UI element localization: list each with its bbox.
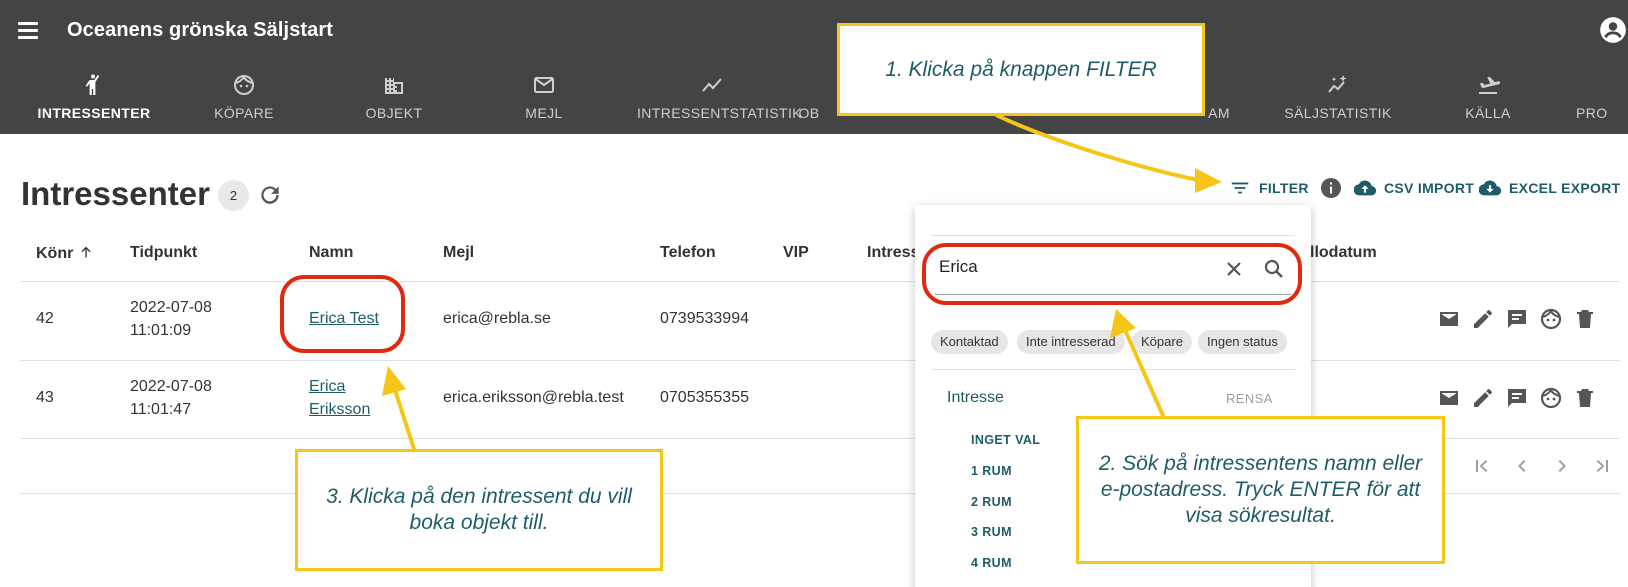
sparkle-chart-icon [1328,75,1347,93]
row-konr: 43 [36,389,54,406]
tab-saljstatistik[interactable]: SÄLJSTATISTIK [1263,70,1413,134]
face-icon[interactable] [1539,386,1563,410]
page-title: Intressenter [21,175,210,212]
row-date: 2022-07-08 [130,378,212,395]
flight-land-icon [1479,76,1500,94]
main-navigation: INTRESSENTER KÖPARE OBJEKT MEJL INTRESSE… [0,70,1628,134]
status-chip-kontaktad[interactable]: Kontaktad [931,330,1008,354]
row-email: erica.eriksson@rebla.test [443,389,624,406]
filter-option[interactable]: 3 RUM [971,525,1012,539]
column-header-namn[interactable]: Namn [309,244,353,262]
row-email: erica@rebla.se [443,310,551,327]
column-header-intresse[interactable]: Intress [867,244,919,262]
divider [20,281,1620,282]
tab-pro[interactable]: PRO [1560,70,1628,134]
tab-intressentstatistik[interactable]: INTRESSENTSTATISTIK [637,70,802,134]
filter-section-title: Intresse [947,389,1004,406]
lead-name-link[interactable]: Eriksson [309,399,370,421]
row-phone: 0705355355 [660,389,749,406]
mail-icon[interactable] [1437,307,1461,331]
row-actions [1437,307,1597,335]
edit-icon[interactable] [1471,307,1495,331]
building-icon [385,78,403,94]
row-konr: 42 [36,310,54,327]
mail-icon[interactable] [1437,386,1461,410]
status-chip-inte-intresserad[interactable]: Inte intresserad [1017,330,1125,354]
tab-kopare[interactable]: KÖPARE [169,70,319,134]
last-page-icon[interactable] [1590,454,1614,478]
person-raised-hand-icon [85,74,100,95]
row-date: 2022-07-08 [130,299,212,316]
search-icon[interactable] [1262,257,1286,281]
csv-import-button[interactable]: CSV IMPORT [1354,176,1474,200]
pagination [1470,454,1614,478]
delete-icon[interactable] [1573,307,1597,331]
tab-kalla[interactable]: KÄLLA [1413,70,1563,134]
first-page-icon[interactable] [1470,454,1494,478]
comment-icon[interactable] [1505,307,1529,331]
mail-icon [534,77,554,93]
callout-step-1: 1. Klicka på knappen FILTER [837,23,1205,116]
divider [20,360,1620,361]
count-badge: 2 [218,180,249,211]
column-header-mejl[interactable]: Mejl [443,244,474,262]
app-bar: Oceanens grönska Säljstart INTRESSENTER … [0,0,1628,134]
filter-button[interactable]: FILTER [1229,176,1309,200]
filter-icon [1231,182,1249,194]
column-header-datum[interactable]: llodatum [1310,244,1377,262]
search-underline [935,294,1291,295]
lead-name-link[interactable]: Erica Test [309,308,379,330]
arrow-up-icon [81,246,91,258]
edit-icon[interactable] [1471,386,1495,410]
column-header-tidpunkt[interactable]: Tidpunkt [130,244,197,262]
next-page-icon[interactable] [1550,454,1574,478]
lead-name-link[interactable]: Erica [309,376,345,398]
callout-step-3: 3. Klicka på den intressent du vill boka… [295,449,663,571]
callout-step-2: 2. Sök på intressentens namn eller e-pos… [1076,416,1445,564]
cloud-download-icon [1479,180,1501,196]
tab-intressenter[interactable]: INTRESSENTER [19,70,169,134]
delete-icon[interactable] [1573,386,1597,410]
reset-button[interactable]: RENSA [1226,391,1273,406]
search-input[interactable] [939,253,1179,281]
excel-export-button[interactable]: EXCEL EXPORT [1479,176,1620,200]
account-icon[interactable] [1599,16,1627,44]
filter-option[interactable]: 4 RUM [971,556,1012,570]
close-icon[interactable] [1222,257,1246,281]
face-icon [234,74,254,95]
filter-option[interactable]: INGET VAL [971,433,1040,447]
status-chip-ingen-status[interactable]: Ingen status [1198,330,1287,354]
info-icon[interactable] [1319,176,1343,200]
column-header-vip[interactable]: VIP [783,244,809,262]
app-title: Oceanens grönska Säljstart [67,19,334,41]
tab-mejl[interactable]: MEJL [469,70,619,134]
menu-icon[interactable] [14,16,42,44]
divider [931,235,1295,236]
cloud-upload-icon [1354,180,1376,196]
column-header-konr[interactable]: Könr [36,244,94,263]
filter-option[interactable]: 2 RUM [971,495,1012,509]
column-header-telefon[interactable]: Telefon [660,244,716,262]
comment-icon[interactable] [1505,386,1529,410]
row-time: 11:01:09 [130,322,192,339]
previous-page-icon[interactable] [1510,454,1534,478]
row-time: 11:01:47 [130,401,192,418]
row-phone: 0739533994 [660,310,749,327]
tab-objekt[interactable]: OBJEKT [319,70,469,134]
refresh-icon[interactable] [257,182,283,208]
divider [931,369,1295,370]
face-icon[interactable] [1539,307,1563,331]
row-actions [1437,386,1597,414]
status-chip-kopare[interactable]: Köpare [1132,330,1192,354]
trend-icon [702,78,722,92]
filter-option[interactable]: 1 RUM [971,464,1012,478]
